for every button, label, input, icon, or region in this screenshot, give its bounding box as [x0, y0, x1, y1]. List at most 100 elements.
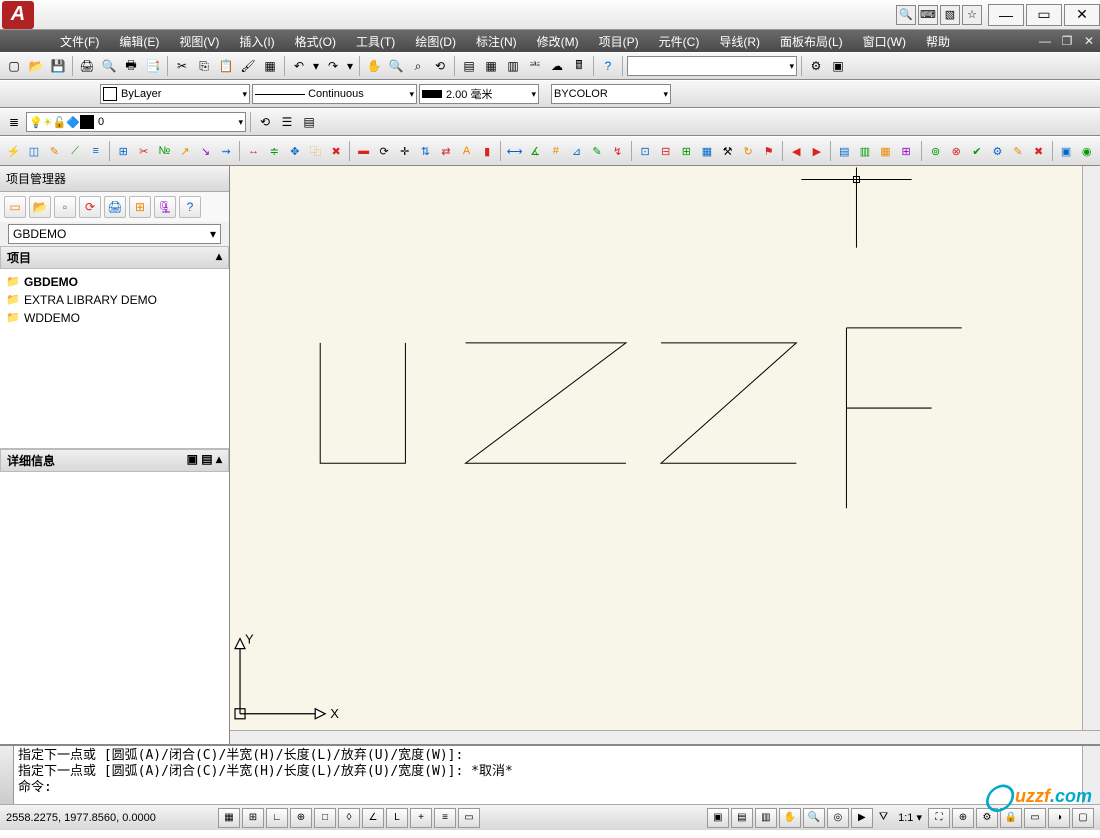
layouts-button[interactable]: ▥	[755, 808, 777, 828]
pm-refresh-icon[interactable]: ⟳	[79, 196, 101, 218]
retag-icon[interactable]: ⟳	[375, 141, 394, 161]
scale-label[interactable]: 1:1 ▾	[894, 811, 926, 824]
command-text[interactable]: 指定下一点或 [圆弧(A)/闭合(C)/半宽(H)/长度(L)/放弃(U)/宽度…	[14, 746, 1082, 804]
close-button[interactable]: ✕	[1064, 4, 1100, 26]
panel6-icon[interactable]: ↻	[739, 141, 758, 161]
tree-item-extra[interactable]: EXTRA LIBRARY DEMO	[4, 291, 225, 309]
tool-palette-icon[interactable]: ▥	[503, 56, 523, 76]
layer-select[interactable]: 💡☀🔓🔷 0 ▾	[26, 112, 246, 132]
settings-icon[interactable]: ⚙	[806, 56, 826, 76]
toggle-icon[interactable]: ⇅	[416, 141, 435, 161]
menu-panel[interactable]: 面板布局(L)	[770, 33, 853, 50]
panel4-icon[interactable]: ▦	[698, 141, 717, 161]
wire-number-icon[interactable]: №	[155, 141, 174, 161]
help2-icon[interactable]: ▣	[1057, 141, 1076, 161]
menu-tools[interactable]: 工具(T)	[346, 33, 405, 50]
pan-icon[interactable]: ✋	[364, 56, 384, 76]
menu-draw[interactable]: 绘图(D)	[405, 33, 466, 50]
new-icon[interactable]: ▢	[4, 56, 24, 76]
linetype-select[interactable]: Continuous▾	[252, 84, 417, 104]
highlight-icon[interactable]: ▮	[478, 141, 497, 161]
attr-icon[interactable]: A	[457, 141, 476, 161]
save-icon[interactable]: 💾	[48, 56, 68, 76]
menu-project[interactable]: 项目(P)	[589, 33, 649, 50]
source-arrow-icon[interactable]: ↗	[176, 141, 195, 161]
zoom2-button[interactable]: 🔍	[803, 808, 825, 828]
osnap3d-button[interactable]: ◊	[338, 808, 360, 828]
otrack-button[interactable]: ∠	[362, 808, 384, 828]
pm-new-icon[interactable]: ▭	[4, 196, 26, 218]
clean-screen-icon[interactable]: ▣	[828, 56, 848, 76]
zoom-window-icon[interactable]: ⌕	[408, 56, 428, 76]
star-icon[interactable]: ☆	[962, 5, 982, 25]
lineweight-select[interactable]: 2.00 毫米▾	[419, 84, 539, 104]
menu-window[interactable]: 窗口(W)	[853, 33, 916, 50]
audit5-icon[interactable]: ✎	[1009, 141, 1028, 161]
print-preview-icon[interactable]: 🔍	[99, 56, 119, 76]
report4-icon[interactable]: ⊞	[897, 141, 916, 161]
grid-button[interactable]: ⊞	[242, 808, 264, 828]
menu-help[interactable]: 帮助	[916, 33, 960, 50]
copy-comp-icon[interactable]: ⿻	[306, 141, 325, 161]
doc-minimize-button[interactable]: —	[1035, 33, 1055, 49]
wheel-button[interactable]: ◎	[827, 808, 849, 828]
zoom-prev-icon[interactable]: ⟲	[430, 56, 450, 76]
dim3-icon[interactable]: #	[547, 141, 566, 161]
minimize-button[interactable]: —	[988, 4, 1024, 26]
plot-icon[interactable]: 🖶	[121, 56, 141, 76]
surfer-icon[interactable]: ▬	[354, 141, 373, 161]
align-icon[interactable]: ≑	[265, 141, 284, 161]
redo-drop-icon[interactable]: ▾	[345, 56, 355, 76]
dyn-button[interactable]: +	[410, 808, 432, 828]
panel5-icon[interactable]: ⚒	[718, 141, 737, 161]
cross-ref-icon[interactable]: ✛	[395, 141, 414, 161]
paste-icon[interactable]: 📋	[216, 56, 236, 76]
block-editor-icon[interactable]: ▦	[260, 56, 280, 76]
annoscale-icon[interactable]: ⛛	[875, 811, 892, 824]
lwt-button[interactable]: ≡	[434, 808, 456, 828]
help-icon[interactable]: ?	[598, 56, 618, 76]
scoot-icon[interactable]: ↔	[244, 141, 263, 161]
dim1-icon[interactable]: ⟷	[505, 141, 524, 161]
cut-icon[interactable]: ✂	[172, 56, 192, 76]
doc-restore-button[interactable]: ❐	[1057, 33, 1077, 49]
markup-icon[interactable]: ☁	[547, 56, 567, 76]
report2-icon[interactable]: ▥	[856, 141, 875, 161]
print-icon[interactable]: 🖨	[77, 56, 97, 76]
open-icon[interactable]: 📂	[26, 56, 46, 76]
doc-close-button[interactable]: ✕	[1079, 33, 1099, 49]
plotcolor-select[interactable]: BYCOLOR▾	[551, 84, 671, 104]
circuit-builder-icon[interactable]: ◫	[25, 141, 44, 161]
next-icon[interactable]: ▶	[808, 141, 827, 161]
prev-icon[interactable]: ◀	[787, 141, 806, 161]
pm-plot-icon[interactable]: ⊞	[129, 196, 151, 218]
report1-icon[interactable]: ▤	[835, 141, 854, 161]
annovis-button[interactable]: ⛶	[928, 808, 950, 828]
command-search-input[interactable]: ▾	[627, 56, 797, 76]
menu-modify[interactable]: 修改(M)	[527, 33, 589, 50]
search-icon[interactable]: 🔍	[896, 5, 916, 25]
menu-component[interactable]: 元件(C)	[649, 33, 710, 50]
menu-wire[interactable]: 导线(R)	[709, 33, 770, 50]
showmotion-button[interactable]: ▶	[851, 808, 873, 828]
panel7-icon[interactable]: ⚑	[759, 141, 778, 161]
vertical-scrollbar[interactable]	[1082, 166, 1100, 730]
annoauto-button[interactable]: ⊕	[952, 808, 974, 828]
tree-item-wddemo[interactable]: WDDEMO	[4, 309, 225, 327]
quickcalc-icon[interactable]: 🖩	[569, 56, 589, 76]
dest-arrow-icon[interactable]: ↘	[196, 141, 215, 161]
move-icon[interactable]: ✥	[286, 141, 305, 161]
drawing-canvas[interactable]: X Y	[230, 166, 1082, 730]
layer-state-icon[interactable]: ☰	[277, 112, 297, 132]
signin-icon[interactable]: ▧	[940, 5, 960, 25]
menu-dimension[interactable]: 标注(N)	[466, 33, 527, 50]
zoom-realtime-icon[interactable]: 🔍	[386, 56, 406, 76]
dim6-icon[interactable]: ↯	[608, 141, 627, 161]
undo-icon[interactable]: ↶	[289, 56, 309, 76]
design-center-icon[interactable]: ▦	[481, 56, 501, 76]
quickview-button[interactable]: ▤	[731, 808, 753, 828]
swap-icon[interactable]: ⇄	[437, 141, 456, 161]
qp-button[interactable]: ▭	[458, 808, 480, 828]
ducs-button[interactable]: L	[386, 808, 408, 828]
pm-open-icon[interactable]: 📂	[29, 196, 51, 218]
